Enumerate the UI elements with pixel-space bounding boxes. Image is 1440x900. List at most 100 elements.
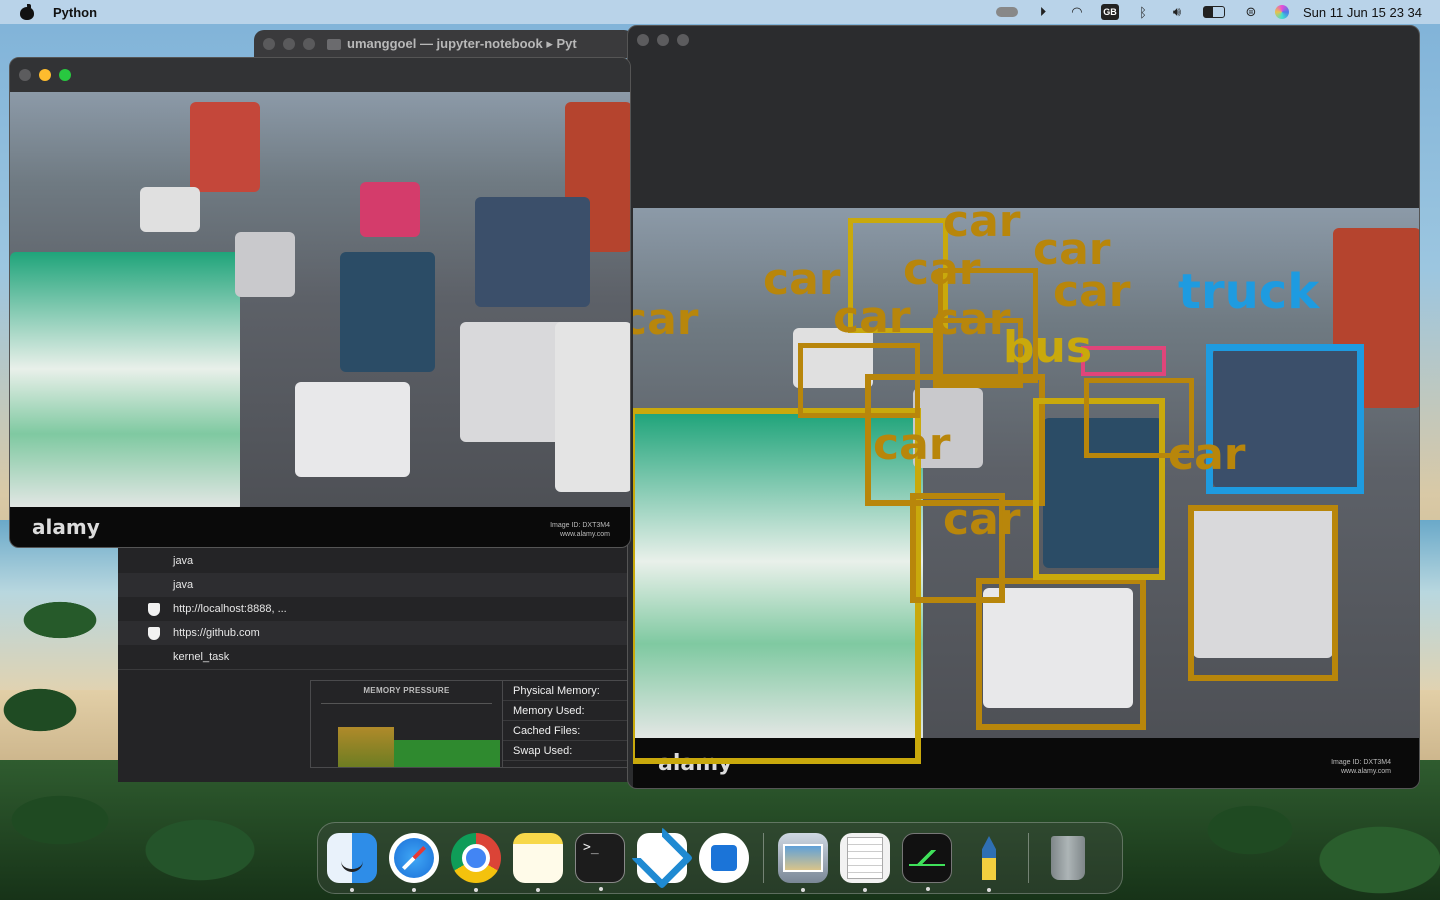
label-car: car	[763, 254, 841, 305]
wallpaper-palms-left	[0, 560, 120, 780]
wifi-icon[interactable]: ◠	[1067, 4, 1087, 19]
label-car: car	[903, 244, 981, 295]
memory-pressure-normal	[394, 740, 500, 767]
running-indicator	[350, 888, 354, 892]
truck-vehicle	[475, 197, 590, 307]
trash-icon[interactable]	[1043, 833, 1093, 883]
zoom-button[interactable]	[59, 69, 71, 81]
detection-box-car	[1188, 505, 1338, 681]
truck-vehicle	[555, 322, 630, 492]
label-car: car	[1053, 266, 1131, 317]
dock-separator	[763, 833, 764, 883]
close-button[interactable]	[19, 69, 31, 81]
memory-pressure-high	[338, 727, 394, 767]
car-vehicle	[140, 187, 200, 232]
window-titlebar[interactable]	[10, 58, 630, 92]
running-indicator	[987, 888, 991, 892]
car-vehicle	[460, 322, 570, 442]
app-store-icon[interactable]	[699, 833, 749, 883]
play-circle-icon[interactable]: ⏵	[1033, 4, 1053, 19]
process-name: https://github.com	[173, 627, 260, 639]
process-row[interactable]: kernel_task	[118, 645, 630, 669]
watermark-logo: alamy	[32, 515, 100, 539]
volume-icon[interactable]: 🔊︎	[1167, 4, 1187, 19]
memory-pressure-chart: MEMORY PRESSURE	[311, 681, 503, 767]
chrome-icon[interactable]	[451, 833, 501, 892]
minimize-button[interactable]	[657, 34, 669, 46]
dock-separator	[1028, 833, 1029, 883]
activity-monitor-window: java java http://localhost:8888, ... htt…	[118, 540, 630, 782]
car-vehicle	[360, 182, 420, 237]
close-button[interactable]	[263, 38, 275, 50]
window-titlebar[interactable]	[628, 26, 1419, 54]
divider	[118, 669, 630, 670]
terminal-icon[interactable]: >_	[575, 833, 625, 891]
running-indicator	[474, 888, 478, 892]
process-name: http://localhost:8888, ...	[173, 603, 287, 615]
menu-app-name[interactable]: Python	[53, 5, 97, 20]
bus-vehicle	[10, 252, 240, 512]
watermark-info: Image ID: DXT3M4 www.alamy.com	[550, 522, 610, 538]
process-row[interactable]: java	[118, 549, 630, 573]
label-car: car	[1168, 429, 1246, 480]
memory-panel: MEMORY PRESSURE Physical Memory: Memory …	[310, 680, 628, 768]
process-name: kernel_task	[173, 651, 230, 663]
folder-icon	[327, 38, 341, 50]
detection-result-window[interactable]: alamy Image ID: DXT3M4 www.alamy.com car…	[627, 25, 1420, 789]
memory-stats: Physical Memory: Memory Used: Cached Fil…	[503, 681, 627, 767]
process-row[interactable]: java	[118, 573, 630, 597]
cloud-icon[interactable]	[995, 5, 1019, 19]
menu-bar: Python ⏵ ◠ GB ᛒ 🔊︎ ⊜ Sun 11 Jun 15 23 34	[0, 0, 1440, 24]
watermark-strip	[10, 507, 630, 547]
notes-icon[interactable]	[513, 833, 563, 892]
python-launcher-icon[interactable]	[964, 833, 1014, 892]
car-vehicle	[340, 252, 435, 372]
input-source-badge[interactable]: GB	[1100, 4, 1119, 20]
label-car: car	[873, 419, 951, 470]
label-car: car	[633, 294, 699, 345]
label-car: car	[943, 208, 1021, 247]
shield-icon	[148, 603, 160, 616]
terminal-window-title: umanggoel — jupyter-notebook ▸ Pyt	[347, 36, 577, 51]
running-indicator	[801, 888, 805, 892]
bus-vehicle	[190, 102, 260, 192]
shield-icon	[148, 627, 160, 640]
activity-monitor-icon[interactable]	[902, 833, 952, 891]
zoom-button[interactable]	[303, 38, 315, 50]
apple-icon[interactable]	[20, 4, 34, 20]
menu-clock[interactable]: Sun 11 Jun 15 23 34	[1303, 5, 1422, 20]
running-indicator	[926, 887, 930, 891]
stat-physical-memory: Physical Memory:	[503, 681, 627, 701]
process-name: java	[173, 579, 194, 591]
process-name: java	[173, 555, 194, 567]
finder-icon[interactable]	[327, 833, 377, 892]
textedit-icon[interactable]	[840, 833, 890, 892]
detection-box-person	[1081, 346, 1166, 376]
stat-memory-used: Memory Used:	[503, 701, 627, 721]
minimize-button[interactable]	[39, 69, 51, 81]
label-car: car	[833, 292, 911, 343]
zoom-button[interactable]	[677, 34, 689, 46]
battery-icon[interactable]	[1201, 5, 1227, 19]
label-bus: bus	[1003, 322, 1093, 373]
car-vehicle	[235, 232, 295, 297]
traffic-image: alamy Image ID: DXT3M4 www.alamy.com	[10, 92, 630, 547]
stat-cached-files: Cached Files:	[503, 721, 627, 741]
running-indicator	[599, 887, 603, 891]
siri-icon[interactable]	[1274, 5, 1289, 19]
dock: >_	[317, 822, 1123, 894]
vscode-icon[interactable]	[637, 833, 687, 883]
terminal-window-titlebar[interactable]: umanggoel — jupyter-notebook ▸ Pyt	[254, 30, 634, 58]
control-center-icon[interactable]: ⊜	[1241, 4, 1261, 19]
safari-icon[interactable]	[389, 833, 439, 892]
close-button[interactable]	[637, 34, 649, 46]
process-row[interactable]: http://localhost:8888, ...	[118, 597, 630, 621]
minimize-button[interactable]	[283, 38, 295, 50]
running-indicator	[412, 888, 416, 892]
watermark-info: Image ID: DXT3M4 www.alamy.com	[1331, 759, 1391, 775]
process-row[interactable]: https://github.com	[118, 621, 630, 645]
bluetooth-icon[interactable]: ᛒ	[1133, 5, 1153, 20]
original-image-window[interactable]: alamy Image ID: DXT3M4 www.alamy.com	[9, 57, 631, 548]
running-indicator	[863, 888, 867, 892]
preview-icon[interactable]	[778, 833, 828, 892]
